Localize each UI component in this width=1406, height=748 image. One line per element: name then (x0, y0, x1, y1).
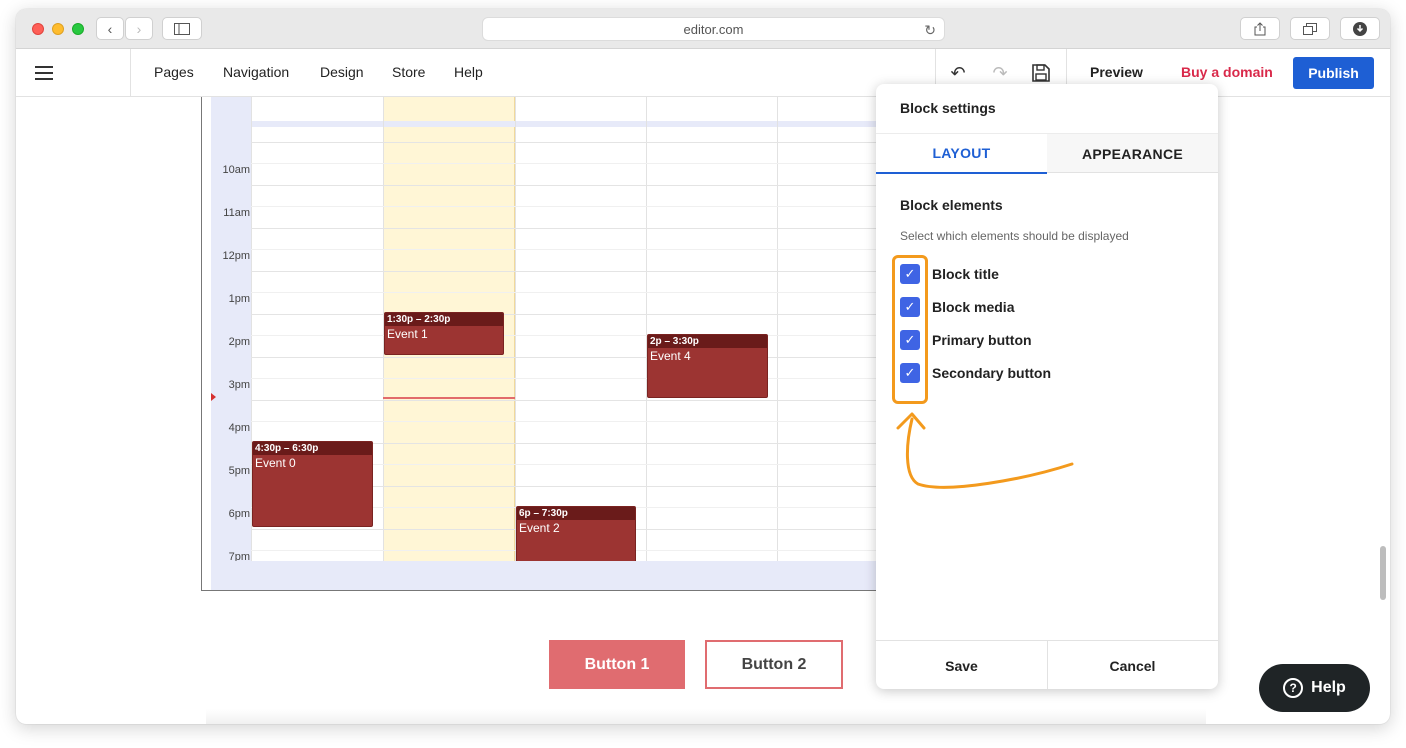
save-button[interactable]: Save (876, 641, 1047, 689)
tabs-icon (1303, 22, 1317, 35)
time-label: 1pm (228, 293, 250, 305)
back-button[interactable]: ‹ (96, 17, 124, 40)
menu-help[interactable]: Help (454, 64, 483, 80)
cancel-button[interactable]: Cancel (1047, 641, 1218, 689)
time-label: 10am (222, 164, 250, 176)
close-window-button[interactable] (32, 23, 44, 35)
event-time: 2p – 3:30p (648, 335, 767, 348)
calendar-event[interactable]: 6p – 7:30p Event 2 (516, 506, 636, 569)
day-divider (646, 97, 647, 561)
hour-line (251, 142, 900, 143)
half-hour-line (251, 249, 900, 250)
hour-line (251, 357, 900, 358)
tabs-button[interactable] (1290, 17, 1330, 40)
half-hour-line (251, 421, 900, 422)
share-icon (1254, 21, 1266, 35)
calendar-block[interactable]: 10am 11am 12pm 1pm 2pm 3pm 4pm 5pm 6pm 7… (201, 97, 901, 591)
all-day-bar (211, 121, 900, 127)
downloads-button[interactable] (1340, 17, 1380, 40)
event-name: Event 0 (255, 456, 296, 470)
event-time: 1:30p – 2:30p (385, 313, 503, 326)
event-name: Event 4 (650, 349, 691, 363)
hour-line (251, 228, 900, 229)
forward-button[interactable]: › (125, 17, 153, 40)
hour-line (251, 314, 900, 315)
menu-pages[interactable]: Pages (154, 64, 194, 80)
menu-store[interactable]: Store (392, 64, 425, 80)
calendar-event[interactable]: 1:30p – 2:30p Event 1 (384, 312, 504, 355)
save-icon[interactable] (1029, 61, 1053, 85)
day-divider (515, 97, 516, 561)
hamburger-menu-icon[interactable] (35, 66, 53, 80)
sidebar-icon (174, 22, 190, 35)
reload-icon[interactable]: ↻ (924, 22, 936, 39)
menu-navigation[interactable]: Navigation (223, 64, 289, 80)
time-label: 3pm (228, 379, 250, 391)
time-label: 4pm (228, 422, 250, 434)
half-hour-line (251, 206, 900, 207)
panel-footer: Save Cancel (876, 640, 1218, 689)
time-label: 6pm (228, 508, 250, 520)
half-hour-line (251, 292, 900, 293)
hour-line (251, 185, 900, 186)
half-hour-line (251, 335, 900, 336)
block-settings-panel: Block settings LAYOUT APPEARANCE Block e… (876, 84, 1218, 689)
event-name: Event 2 (519, 521, 560, 535)
undo-icon[interactable]: ↶ (946, 61, 970, 85)
hour-line (251, 400, 900, 401)
time-label: 11am (223, 207, 250, 219)
browser-chrome: ‹ › editor.com ↻ (16, 9, 1390, 49)
preview-button[interactable]: Preview (1090, 64, 1143, 80)
redo-icon[interactable]: ↷ (988, 61, 1012, 85)
address-bar[interactable]: editor.com ↻ (482, 17, 945, 41)
sidebar-toggle-button[interactable] (162, 17, 202, 40)
page-scrollbar[interactable] (1380, 546, 1386, 600)
buy-domain-link[interactable]: Buy a domain (1181, 64, 1273, 80)
half-hour-line (251, 378, 900, 379)
current-time-marker (211, 393, 216, 401)
help-widget-button[interactable]: ? Help (1259, 664, 1370, 712)
event-name: Event 1 (387, 327, 428, 341)
half-hour-line (251, 163, 900, 164)
share-button[interactable] (1240, 17, 1280, 40)
event-time: 6p – 7:30p (517, 507, 635, 520)
zoom-window-button[interactable] (72, 23, 84, 35)
help-label: Help (1311, 679, 1346, 696)
question-icon: ? (1283, 678, 1304, 698)
calendar-footer (211, 561, 900, 590)
forward-icon: › (136, 20, 142, 37)
time-label: 5pm (228, 465, 250, 477)
time-label: 12pm (222, 250, 250, 262)
secondary-block-button[interactable]: Button 2 (705, 640, 843, 689)
calendar-event[interactable]: 2p – 3:30p Event 4 (647, 334, 768, 398)
browser-window: ‹ › editor.com ↻ Pages Navigation Design… (16, 9, 1390, 724)
annotation-arrow-icon (896, 412, 1074, 489)
hour-line (251, 271, 900, 272)
download-icon (1353, 21, 1367, 36)
back-icon: ‹ (107, 20, 113, 37)
primary-block-button[interactable]: Button 1 (549, 640, 685, 689)
time-label: 2pm (228, 336, 250, 348)
calendar-event[interactable]: 4:30p – 6:30p Event 0 (252, 441, 373, 527)
page-shadow (206, 709, 1206, 724)
event-time: 4:30p – 6:30p (253, 442, 372, 455)
current-time-line (383, 397, 515, 399)
toolbar-divider (130, 49, 131, 97)
publish-button[interactable]: Publish (1293, 57, 1374, 89)
url-text: editor.com (683, 21, 744, 37)
minimize-window-button[interactable] (52, 23, 64, 35)
calendar-header (251, 97, 900, 121)
menu-design[interactable]: Design (320, 64, 364, 80)
day-divider (777, 97, 778, 561)
